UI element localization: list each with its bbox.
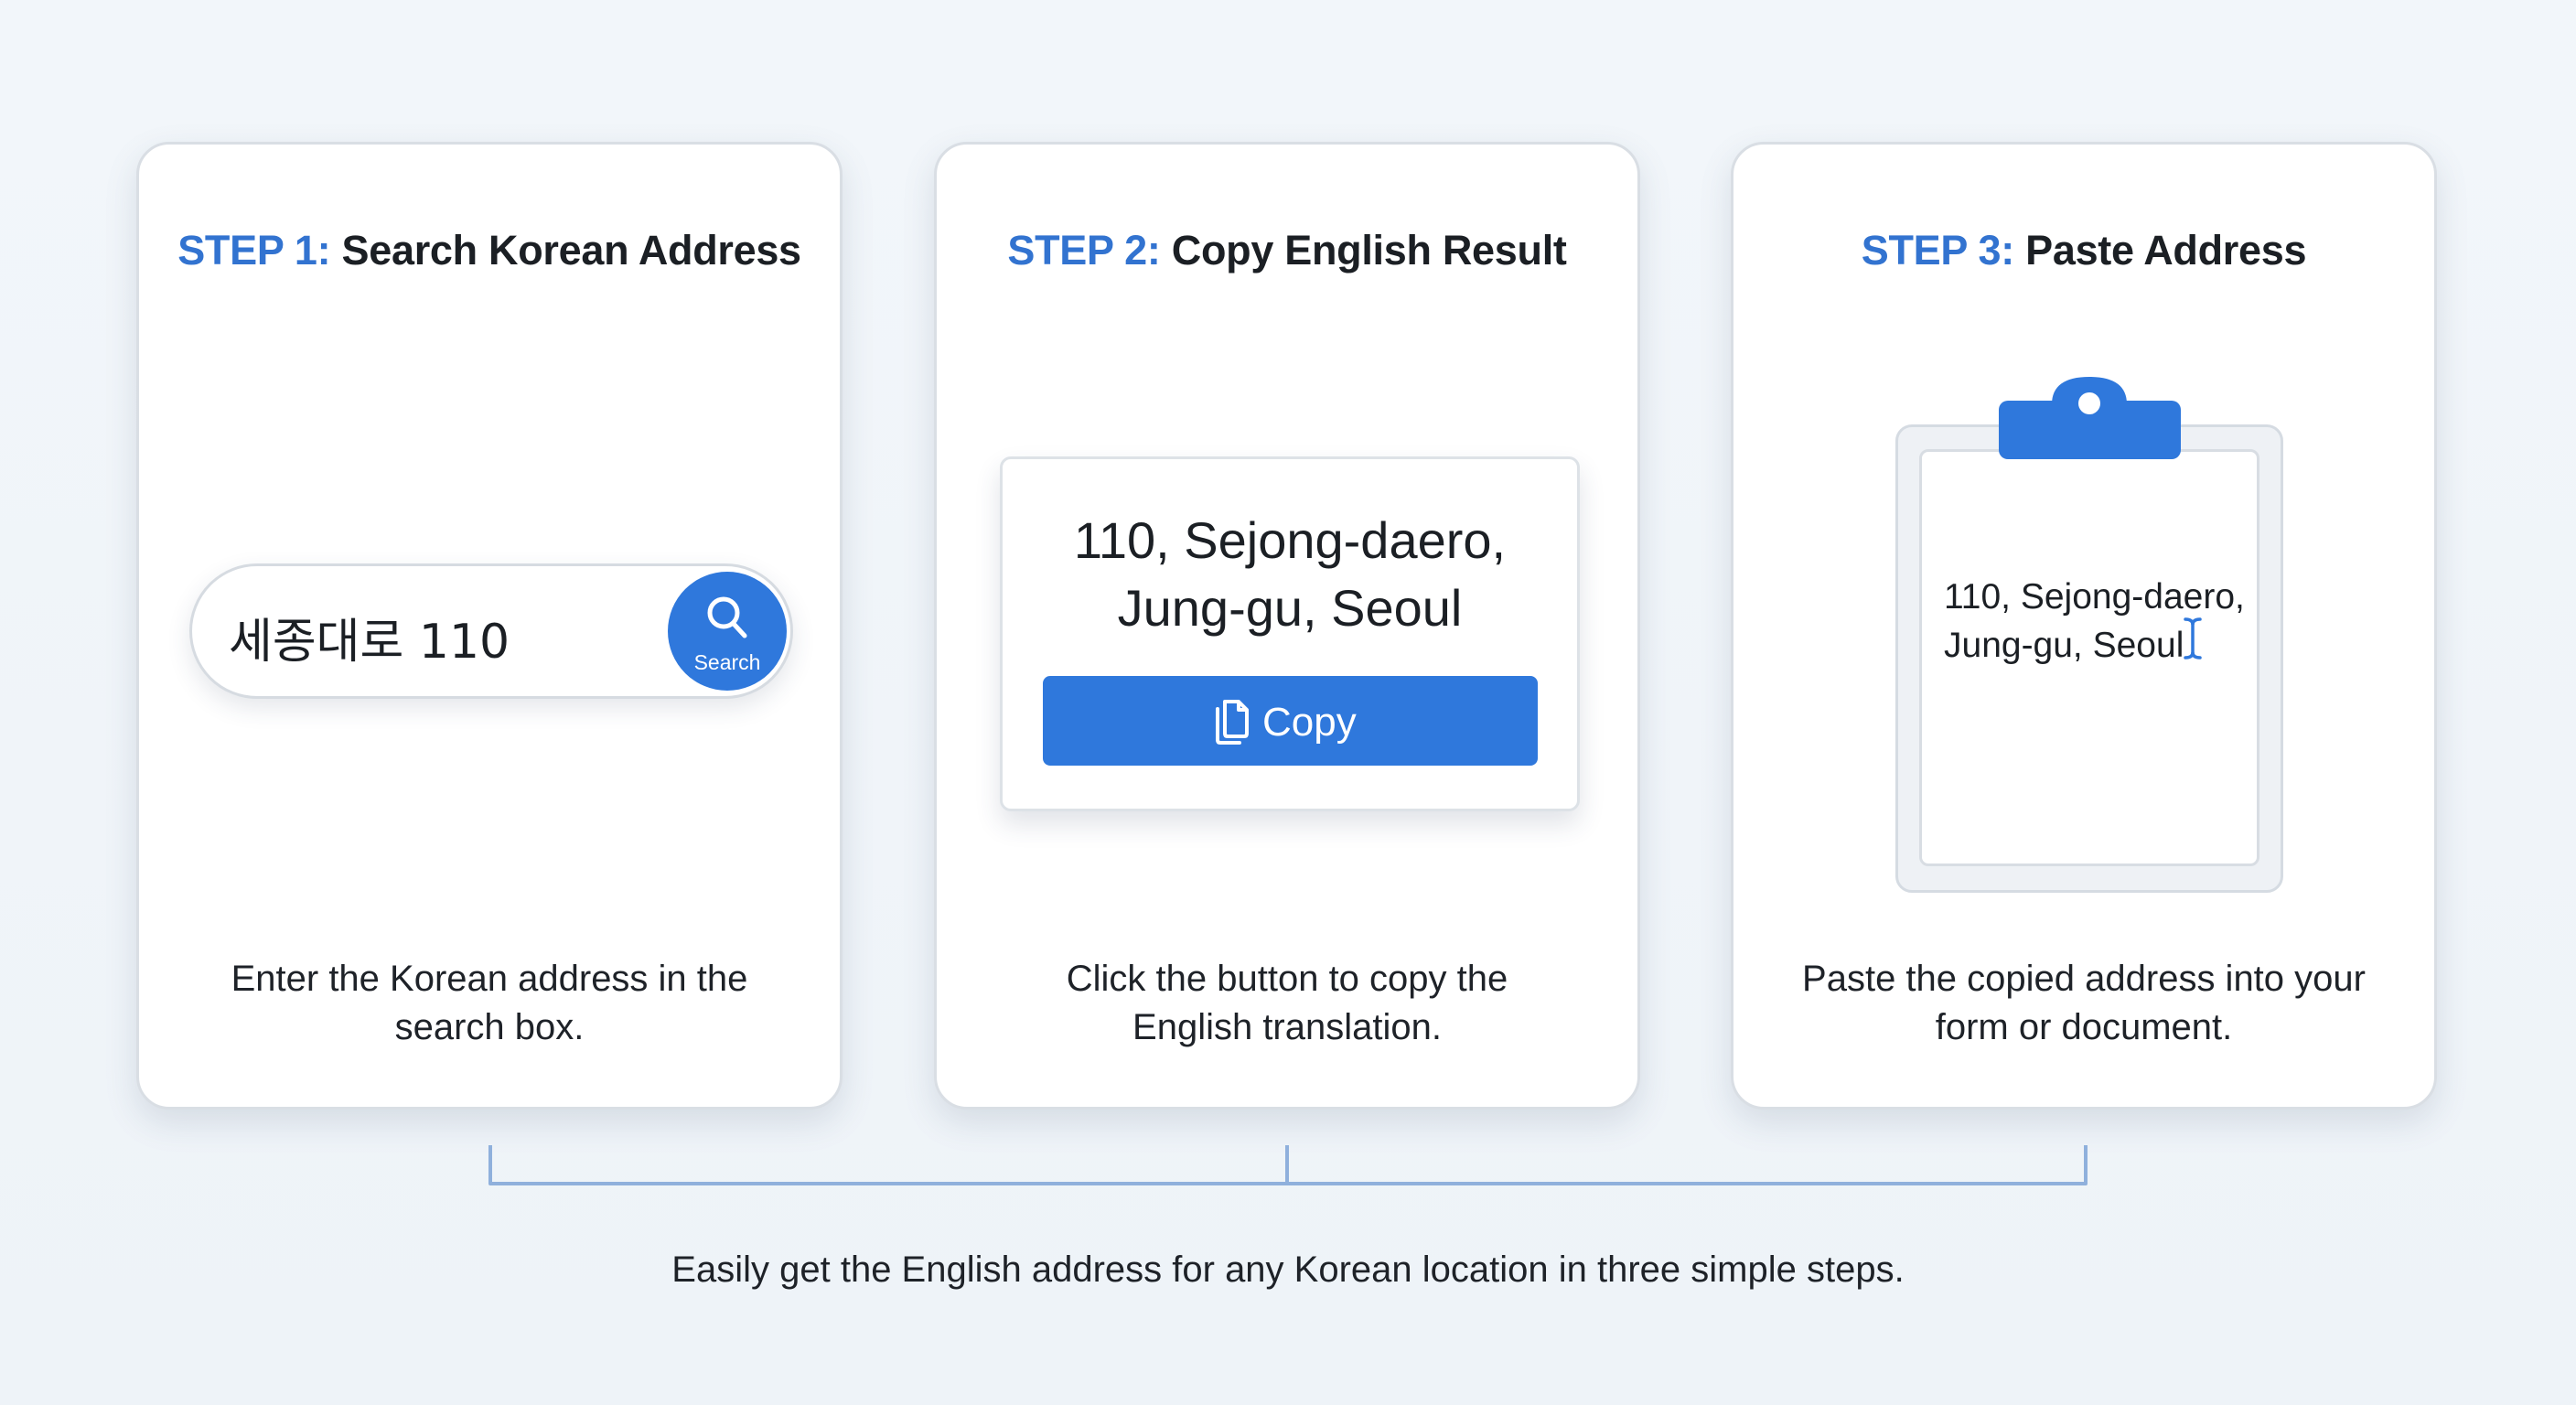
steps-bracket: [488, 1145, 2088, 1185]
summary-caption: Easily get the English address for any K…: [671, 1249, 1905, 1290]
